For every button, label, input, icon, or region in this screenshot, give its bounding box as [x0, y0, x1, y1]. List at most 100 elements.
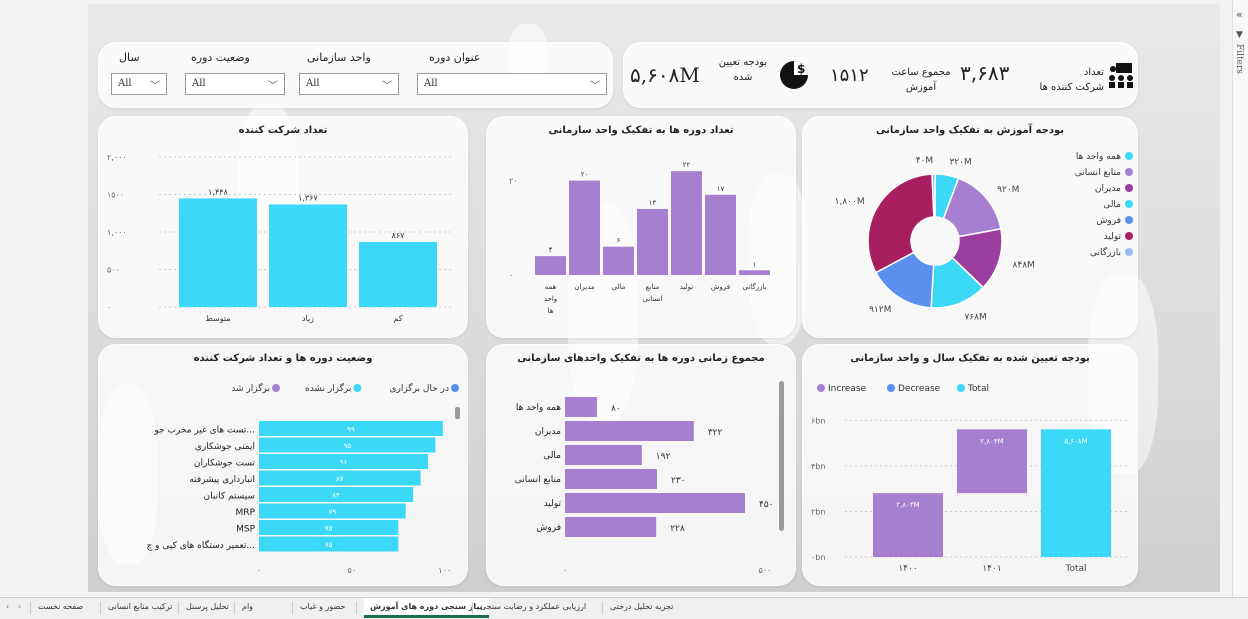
- bar-data-label: ۱: [753, 260, 757, 268]
- year-dropdown-value: All: [118, 78, 132, 89]
- bar-data-label: ۷۵: [325, 541, 333, 549]
- chevron-down-icon: ﹀: [150, 81, 160, 92]
- chevron-down-icon: ﹀: [382, 81, 392, 92]
- y-tick-label: ایمنی جوشکاری: [195, 442, 255, 452]
- course-dropdown[interactable]: All ﹀: [417, 73, 607, 95]
- tab-6[interactable]: نیاز سنجی دوره های آموزش: [364, 598, 489, 618]
- bar-data-label: ۴: [549, 246, 553, 254]
- tab-scroll-right-icon[interactable]: ›: [18, 602, 21, 611]
- x-tick-label: ۵۰۰: [759, 566, 772, 575]
- participants-kpi-value: ۳,۶۸۳: [960, 61, 1010, 85]
- hours-kpi-value: ۱۵۱۲: [830, 65, 869, 86]
- status-dropdown[interactable]: All ﹀: [185, 73, 285, 95]
- tab-separator: [178, 602, 179, 614]
- y-tick-label: مالی: [543, 451, 561, 461]
- bar-data-label: ۵,۶۰۸M: [1064, 437, 1087, 445]
- legend-label: Total: [967, 384, 989, 394]
- filters-pane[interactable]: « ▼ Filters: [1232, 0, 1248, 597]
- scrollbar-thumb: [455, 407, 460, 419]
- x-tick-label: مالی: [612, 283, 626, 291]
- bar-data-label: ۱,۳۶۷: [298, 193, 318, 202]
- x-tick-label: منابع: [646, 283, 660, 291]
- participants-chart-panel: تعداد شرکت کننده ۲,۰۰۰ ۱۵۰۰ ۱,۰۰۰ ۵۰۰ ۰ ۱,۴۴۸…: [98, 116, 468, 338]
- slice-data-label: ۷۶۸M: [964, 312, 986, 322]
- vertical-scrollbar[interactable]: [779, 381, 784, 531]
- tab-5[interactable]: حضور و غیاب: [300, 602, 345, 611]
- budget-waterfall-panel: بودجه تعیین شده به تفکیک سال و واحد سازم…: [802, 344, 1138, 586]
- bar: [269, 204, 347, 307]
- y-tick-label: ۰: [107, 303, 111, 312]
- bar: [535, 256, 566, 275]
- bar-data-label: ۲,۸۰۴M: [896, 501, 919, 509]
- x-tick-label: ۱۰۰: [438, 566, 451, 575]
- budget-kpi-label: بودجه تعیین شده: [712, 55, 774, 85]
- tab-1[interactable]: صفحه نخست: [38, 602, 83, 611]
- participants-icon: [1109, 63, 1133, 88]
- legend-marker: [1125, 152, 1133, 160]
- legend-marker: [1125, 248, 1133, 256]
- status-slicer-label: وضعیت دوره: [191, 51, 250, 64]
- tab-scroll-left-icon[interactable]: ‹: [6, 602, 9, 611]
- filter-funnel-icon: ▼: [1236, 30, 1243, 40]
- tab-8[interactable]: تجزیه تحلیل درختی: [610, 602, 673, 611]
- bar: [565, 493, 745, 513]
- participants-kpi-label: تعداد شرکت کننده ها: [1034, 65, 1104, 95]
- legend-marker: [957, 384, 965, 392]
- legend-label: در حال برگزاری: [389, 382, 449, 394]
- slice-data-label: ۳۲۰M: [949, 157, 971, 167]
- y-tick-label: تست های غیر مخرب جو...: [153, 425, 255, 435]
- budget-waterfall-chart: Increase Decrease Total ۶bn ۴bn ۲bn ۰bn ۲,۸۰۴M ۱…: [811, 384, 1129, 574]
- legend-marker: [1125, 200, 1133, 208]
- course-status-panel: وضعیت دوره ها و تعداد شرکت کننده در حال …: [98, 344, 468, 586]
- legend-label: تولید: [1104, 232, 1122, 242]
- bar-data-label: ۶: [617, 237, 621, 245]
- x-tick-label: انسانی: [642, 295, 662, 303]
- hours-by-unit-chart: ۸۰ همه واحد ها ۳۲۲ مدیران ۱۹۲ مالی ۲۳۰ منابع ان…: [515, 397, 774, 575]
- bar-data-label: ۲,۸۰۴M: [980, 437, 1003, 445]
- x-tick-label: ۱۴۰۰: [898, 564, 917, 574]
- legend-marker: [353, 384, 362, 392]
- report-canvas: سال All ﹀ وضعیت دوره All ﹀ واحد سازمانی …: [88, 4, 1220, 592]
- filters-pane-label: Filters: [1234, 44, 1244, 74]
- collapse-filters-icon[interactable]: «: [1236, 8, 1243, 21]
- legend-marker: [1125, 232, 1133, 240]
- bar-data-label: ۹۹: [347, 425, 355, 433]
- bar-data-label: ۸۶۷: [392, 231, 406, 240]
- bar-data-label: ۴۵۰: [759, 500, 774, 510]
- tab-separator: [292, 602, 293, 614]
- bar-data-label: ۹۱: [340, 458, 348, 466]
- legend-label: مالی: [1103, 200, 1121, 210]
- budget-kpi-label-line2: شده: [733, 72, 753, 83]
- bar: [179, 198, 257, 307]
- x-tick-label: تولید: [680, 283, 694, 291]
- unit-dropdown-value: All: [306, 78, 320, 89]
- year-dropdown[interactable]: All ﹀: [111, 73, 167, 95]
- y-tick-label: تولید: [544, 499, 562, 509]
- tab-4[interactable]: وام: [242, 602, 253, 611]
- budget-by-unit-panel: بودجه آموزش به تفکیک واحد سازمانی ۳۲۰M ۹۲…: [802, 116, 1138, 338]
- tab-3[interactable]: تحلیل پرسنل: [186, 602, 229, 611]
- bar-data-label: ۸۷: [336, 475, 344, 483]
- slice-data-label: ۴۰M: [916, 156, 933, 166]
- tab-separator: [602, 602, 603, 614]
- unit-dropdown[interactable]: All ﹀: [299, 73, 399, 95]
- y-tick-label: ۵۰۰: [107, 266, 120, 275]
- y-tick-label: MRP: [236, 508, 256, 518]
- bar-data-label: ۷۵: [325, 524, 333, 532]
- slice-data-label: ۹۲۰M: [997, 185, 1019, 195]
- bar-data-label: ۹۵: [343, 442, 351, 450]
- bar: [739, 270, 770, 275]
- participants-kpi-label-line2: شرکت کننده ها: [1039, 82, 1104, 93]
- tab-separator: [234, 602, 235, 614]
- bar: [637, 208, 668, 275]
- budget-by-unit-chart: ۳۲۰M ۹۲۰M ۸۴۸M ۷۶۸M ۹۱۲M ۱,۸۰۰M ۴۰M همه واحد ها…: [835, 152, 1133, 322]
- y-tick-label: منابع انسانی: [515, 475, 561, 485]
- tab-2[interactable]: ترکیب منابع انسانی: [108, 602, 172, 611]
- x-tick-label: ۰: [257, 566, 261, 575]
- legend-label: Decrease: [898, 384, 941, 394]
- x-tick-label: ۰: [563, 566, 567, 575]
- budget-kpi-value: ۵,۶۰۸M: [630, 63, 700, 87]
- bar-data-label: ۱۹۲: [656, 452, 671, 462]
- x-tick-label: متوسط: [205, 314, 230, 323]
- tab-7[interactable]: ارزیابی عملکرد و رضایت سنجی: [480, 602, 586, 611]
